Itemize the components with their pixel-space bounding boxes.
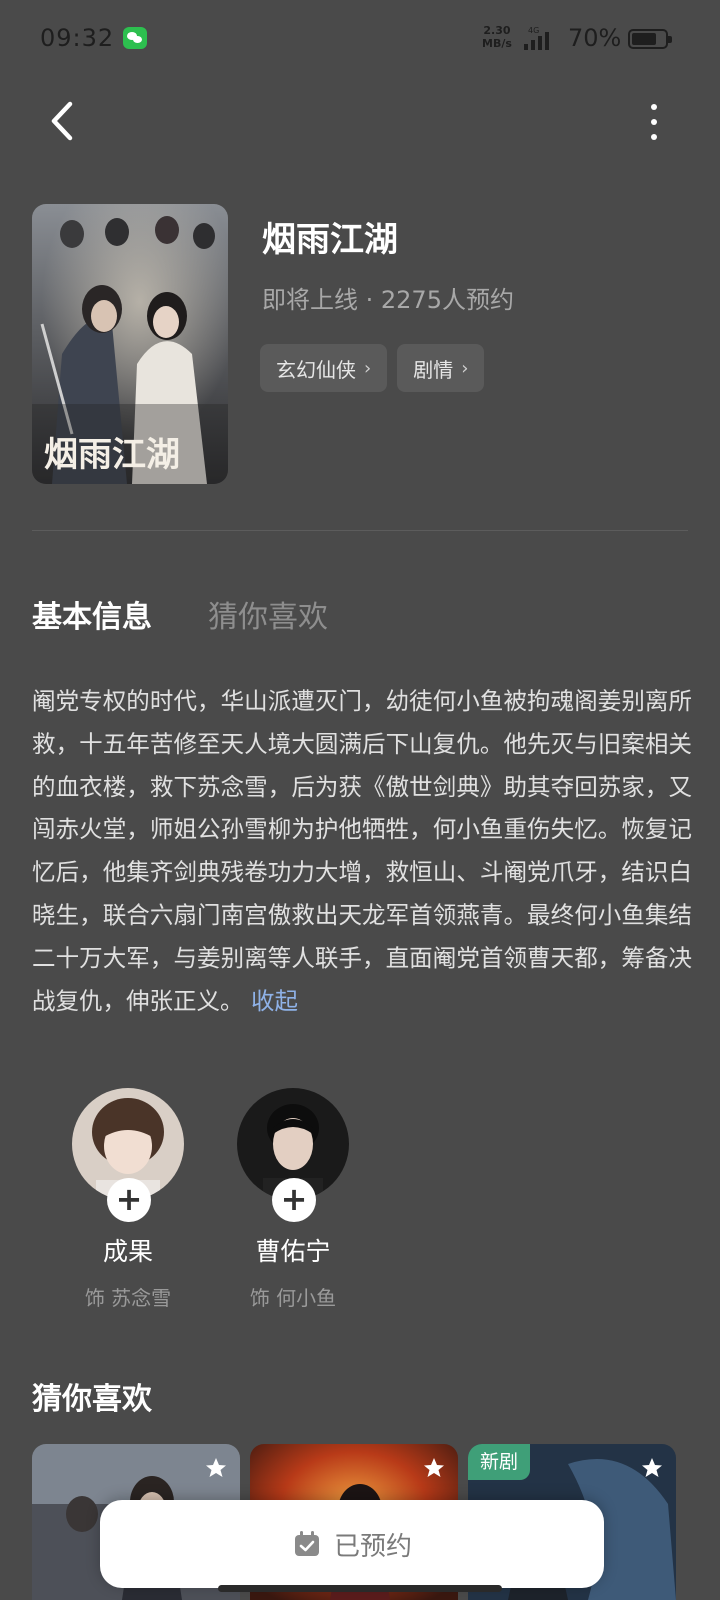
chevron-left-icon (51, 101, 73, 141)
chevron-right-icon: › (364, 357, 372, 379)
back-button[interactable] (42, 96, 86, 146)
cast-role: 饰 苏念雪 (84, 1286, 172, 1310)
net-speed-value: 2.30 (483, 24, 511, 37)
dot-icon (651, 134, 657, 140)
net-speed-unit: MB/s (482, 37, 512, 50)
cast-name: 曹佑宁 (255, 1237, 331, 1266)
new-badge: 新剧 (468, 1444, 531, 1480)
dot-icon (651, 104, 657, 110)
poster-image[interactable]: 烟雨江湖 (32, 204, 228, 484)
cast-member[interactable]: + 成果 饰 苏念雪 (58, 1088, 198, 1311)
chevron-right-icon: › (461, 357, 469, 379)
synopsis: 阉党专权的时代，华山派遭灭门，幼徒何小鱼被拘魂阁姜别离所救，十五年苦修至天人境大… (32, 680, 692, 1022)
home-indicator (218, 1585, 502, 1592)
poster-title-text: 烟雨江湖 (44, 435, 180, 475)
wechat-icon (123, 27, 147, 49)
signal-label: 4G (528, 26, 540, 35)
follow-add-button[interactable]: + (272, 1178, 316, 1222)
tag-genre[interactable]: 玄幻仙侠 › (260, 344, 388, 392)
net-speed: 2.30 MB/s (482, 24, 512, 50)
tag-category[interactable]: 剧情 › (397, 344, 485, 392)
follow-add-button[interactable]: + (107, 1178, 151, 1222)
divider (32, 530, 688, 531)
star-icon[interactable] (640, 1456, 664, 1480)
show-title: 烟雨江湖 (262, 220, 398, 260)
star-icon[interactable] (422, 1456, 446, 1480)
recommend-section-title: 猜你喜欢 (32, 1382, 152, 1417)
status-time: 09:32 (40, 24, 115, 52)
tab-recommend[interactable]: 猜你喜欢 (208, 592, 328, 636)
collapse-link[interactable]: 收起 (251, 987, 298, 1015)
more-options-button[interactable] (640, 100, 670, 144)
synopsis-text: 阉党专权的时代，华山派遭灭门，幼徒何小鱼被拘魂阁姜别离所救，十五年苦修至天人境大… (32, 687, 692, 1015)
tag-label: 玄幻仙侠 (276, 357, 356, 382)
tag-label: 剧情 (413, 357, 454, 382)
battery-icon (628, 29, 672, 49)
dot-icon (651, 119, 657, 125)
battery-percent: 70% (568, 24, 622, 52)
reserved-label: 已预约 (333, 1531, 412, 1562)
calendar-check-icon (294, 1531, 319, 1556)
show-meta: 即将上线 · 2275人预约 (262, 286, 514, 314)
tab-basic-info[interactable]: 基本信息 (32, 592, 152, 636)
cast-name: 成果 (102, 1237, 153, 1266)
star-icon[interactable] (204, 1456, 228, 1480)
cast-member[interactable]: + 曹佑宁 饰 何小鱼 (223, 1088, 363, 1311)
signal-icon: 4G (524, 26, 556, 50)
cast-role: 饰 何小鱼 (249, 1286, 337, 1310)
status-bar: 09:32 2.30 MB/s 4G 70% (0, 0, 720, 80)
genre-tags: 玄幻仙侠 › 剧情 › (260, 344, 485, 392)
reserved-button[interactable]: 已预约 (100, 1500, 604, 1588)
